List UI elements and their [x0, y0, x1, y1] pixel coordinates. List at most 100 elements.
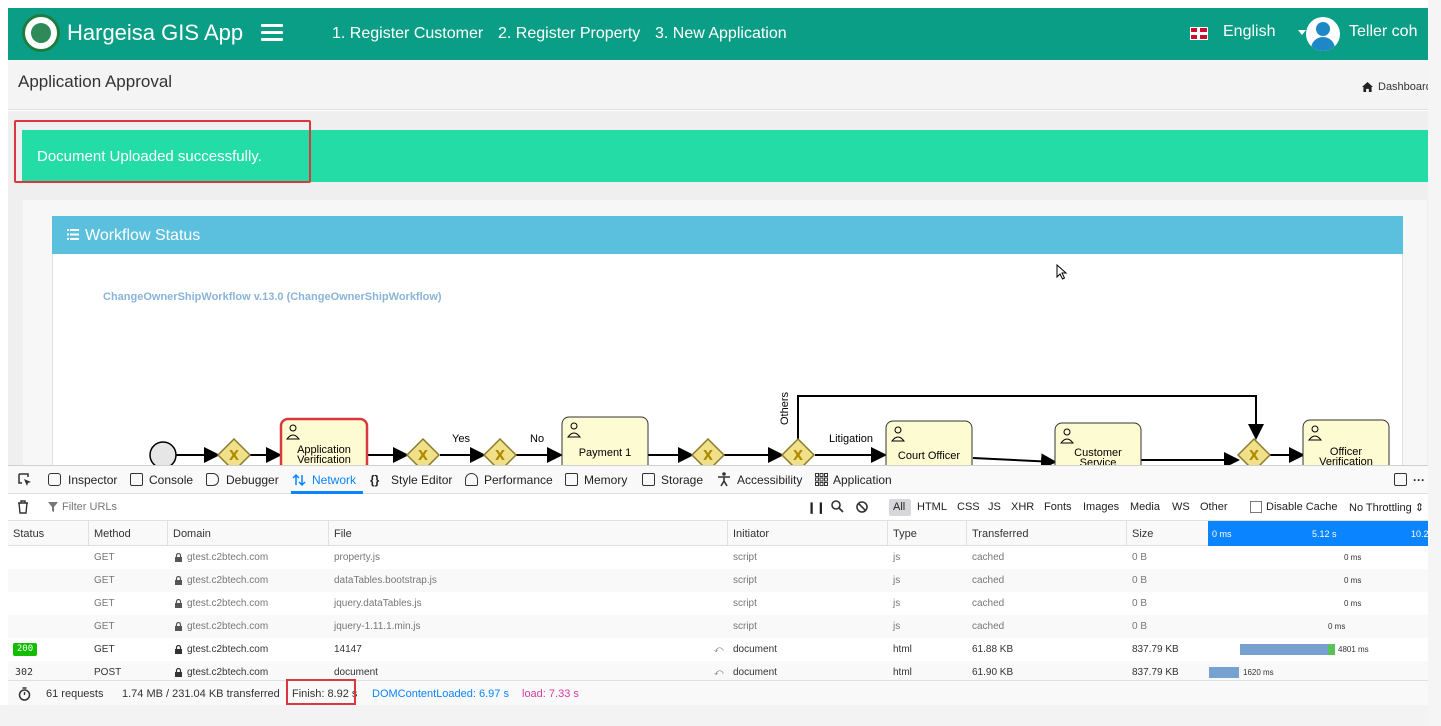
request-table-header: Status Method Domain File Initiator Type…: [8, 521, 1429, 546]
svg-text:Payment 1: Payment 1: [579, 447, 632, 459]
transferred-total: 1.74 MB / 231.04 KB transferred: [122, 688, 280, 700]
table-row[interactable]: GET gtest.c2btech.com jquery.dataTables.…: [8, 592, 1428, 615]
col-size[interactable]: Size: [1132, 528, 1153, 540]
filter-fonts[interactable]: Fonts: [1044, 501, 1072, 513]
col-domain[interactable]: Domain: [173, 528, 211, 540]
timing-bar: [1209, 667, 1239, 678]
pause-icon[interactable]: ❙❙: [807, 501, 825, 514]
status-badge: 200: [13, 643, 37, 656]
gateway-4: X: [690, 437, 726, 465]
flow-label-no: No: [530, 433, 544, 445]
task-application-verification: Application Verification: [279, 417, 369, 465]
lock-icon: [175, 576, 182, 585]
dock-icon[interactable]: [1394, 473, 1407, 486]
tab-inspector[interactable]: Inspector: [68, 473, 117, 487]
tab-style-editor[interactable]: Style Editor: [391, 473, 452, 487]
dom-content-loaded-time: DOMContentLoaded: 6.97 s: [372, 688, 509, 700]
table-row[interactable]: 200 GET gtest.c2btech.com 14147 ⤺ docume…: [8, 638, 1428, 661]
disable-cache-checkbox[interactable]: [1250, 501, 1262, 513]
svg-text:Court Officer: Court Officer: [898, 450, 960, 462]
debugger-icon: [206, 473, 219, 486]
col-status[interactable]: Status: [13, 528, 44, 540]
more-options-icon[interactable]: ···: [1413, 473, 1425, 487]
window-edge: [1428, 0, 1441, 726]
tab-application[interactable]: Application: [833, 473, 892, 487]
request-count: 61 requests: [46, 688, 104, 700]
search-icon[interactable]: [831, 500, 844, 513]
gateway-2: X: [405, 437, 441, 465]
user-task-icon: [285, 422, 1323, 444]
filter-other[interactable]: Other: [1200, 501, 1228, 513]
network-toolbar: Filter URLs ❙❙ All HTML CSS JS XHR Fonts…: [8, 494, 1428, 521]
tab-storage[interactable]: Storage: [661, 473, 703, 487]
start-event: [149, 441, 177, 465]
filter-ws[interactable]: WS: [1172, 501, 1190, 513]
workflow-diagram: X X X X X X Application Verification Pay…: [149, 391, 1390, 465]
table-row[interactable]: GET gtest.c2btech.com property.js script…: [8, 546, 1428, 569]
tab-console[interactable]: Console: [149, 473, 193, 487]
pick-element-icon[interactable]: [18, 473, 32, 487]
filter-urls-input[interactable]: Filter URLs: [62, 501, 117, 513]
svg-text:X: X: [229, 449, 239, 464]
col-file[interactable]: File: [334, 528, 352, 540]
lock-icon: [175, 599, 182, 608]
app-window: Hargeisa GIS App 1. Register Customer 2.…: [0, 0, 1441, 726]
tab-network[interactable]: Network: [312, 473, 356, 487]
stopwatch-icon[interactable]: [18, 687, 31, 701]
lock-icon: [175, 553, 182, 562]
application-icon: [815, 473, 828, 486]
memory-icon: [565, 473, 578, 486]
tab-debugger[interactable]: Debugger: [226, 473, 279, 487]
filter-html[interactable]: HTML: [917, 501, 947, 513]
flow-label-yes: Yes: [452, 433, 470, 445]
filter-xhr[interactable]: XHR: [1011, 501, 1034, 513]
lock-icon: [175, 645, 182, 654]
network-summary-bar: 61 requests 1.74 MB / 231.04 KB transfer…: [8, 680, 1428, 706]
table-row[interactable]: GET gtest.c2btech.com dataTables.bootstr…: [8, 569, 1428, 592]
mouse-cursor-icon: [1056, 264, 1068, 280]
svg-text:X: X: [495, 449, 505, 464]
timing-bar: [1240, 644, 1328, 655]
style-editor-icon: {}: [370, 473, 380, 487]
tab-performance[interactable]: Performance: [484, 473, 553, 487]
block-icon[interactable]: [856, 501, 868, 513]
col-transferred[interactable]: Transferred: [972, 528, 1028, 540]
gateway-6: X: [1236, 437, 1272, 465]
initiator-arrow-icon: ⤺: [714, 644, 724, 654]
gateway-5: X: [780, 437, 816, 465]
svg-text:X: X: [1249, 449, 1259, 464]
status-code: 302: [15, 667, 34, 678]
col-method[interactable]: Method: [94, 528, 131, 540]
col-initiator[interactable]: Initiator: [733, 528, 769, 540]
svg-text:X: X: [418, 449, 428, 464]
filter-images[interactable]: Images: [1083, 501, 1119, 513]
filter-media[interactable]: Media: [1130, 501, 1160, 513]
gateway-3: X: [482, 437, 518, 465]
timing-bar-receive: [1328, 644, 1335, 655]
console-icon: [130, 473, 143, 486]
tab-accessibility[interactable]: Accessibility: [737, 473, 802, 487]
inspector-icon: [48, 473, 61, 486]
table-row[interactable]: GET gtest.c2btech.com jquery-1.11.1.min.…: [8, 615, 1428, 638]
devtools-panel: Inspector Console Debugger Network {} St…: [8, 465, 1429, 706]
gateway-1: X: [216, 437, 252, 465]
col-timeline[interactable]: 0 ms 5.12 s 10.2: [1208, 521, 1429, 546]
svg-text:X: X: [703, 449, 713, 464]
network-icon: [292, 473, 306, 487]
filter-css[interactable]: CSS: [957, 501, 980, 513]
trash-icon[interactable]: [17, 500, 29, 514]
flow-label-litigation: Litigation: [829, 433, 873, 445]
filter-js[interactable]: JS: [988, 501, 1001, 513]
task-officer-verification: Officer Verification: [1302, 419, 1390, 465]
flow-label-others: Others: [779, 391, 791, 425]
filter-all[interactable]: All: [893, 501, 905, 513]
task-court-officer: Court Officer: [885, 420, 973, 465]
lock-icon: [175, 668, 182, 677]
disable-cache-label[interactable]: Disable Cache: [1266, 501, 1338, 513]
task-payment: Payment 1: [561, 416, 649, 465]
throttling-select[interactable]: No Throttling ⇕: [1349, 501, 1424, 514]
initiator-arrow-icon: ⤺: [714, 667, 724, 677]
svg-text:X: X: [793, 449, 803, 464]
col-type[interactable]: Type: [893, 528, 917, 540]
tab-memory[interactable]: Memory: [584, 473, 627, 487]
